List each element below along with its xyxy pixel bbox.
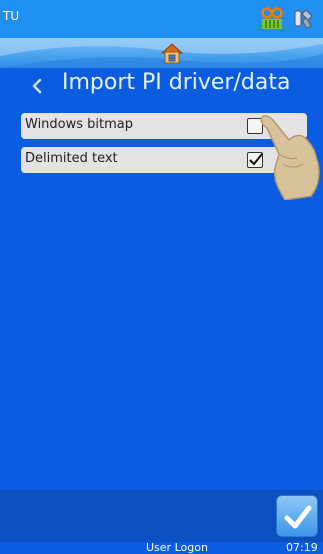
clock: 07:19 <box>286 541 318 554</box>
title-bar: Import PI driver/data <box>0 68 323 104</box>
home-icon[interactable] <box>160 41 184 65</box>
ribbon-cassette-icon[interactable] <box>260 6 284 30</box>
page-title: Import PI driver/data <box>62 70 291 95</box>
pointing-hand-icon <box>260 114 320 200</box>
screen: TU Import PI driver/data Windows bitmap … <box>0 0 323 554</box>
bottom-bar <box>0 490 323 542</box>
footer-status: User Logon 07:19 <box>0 541 323 554</box>
user-logon-label[interactable]: User Logon <box>146 541 208 554</box>
check-icon <box>284 505 312 529</box>
option-label: Windows bitmap <box>25 117 134 132</box>
tools-icon[interactable] <box>292 7 316 29</box>
option-label: Delimited text <box>25 151 118 166</box>
confirm-button[interactable] <box>276 495 318 537</box>
device-label: TU <box>3 9 20 23</box>
back-chevron-icon[interactable] <box>30 76 44 96</box>
status-bar: TU <box>0 0 323 38</box>
